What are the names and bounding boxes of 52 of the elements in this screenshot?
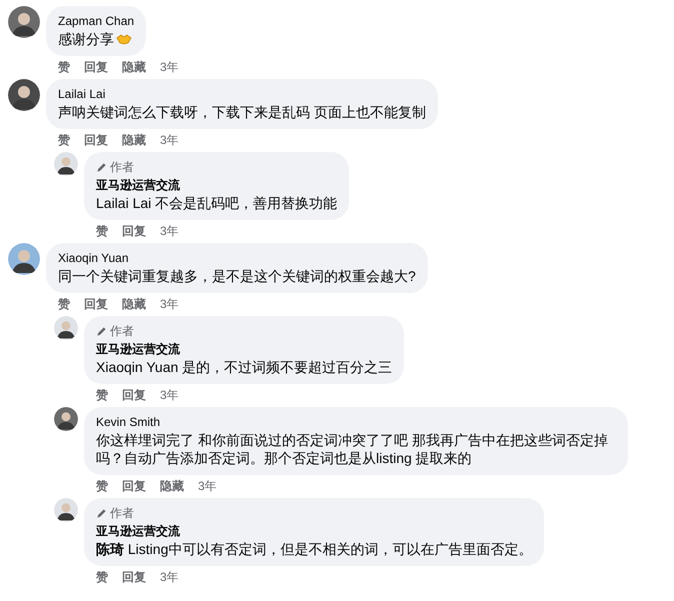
comment-action-link[interactable]: 赞 — [96, 569, 108, 585]
comment-text: 声呐关键词怎么下载呀，下载下来是乱码 页面上也不能复制 — [58, 103, 426, 121]
comment-action-link[interactable]: 赞 — [96, 223, 108, 239]
comment-action-link[interactable]: 回复 — [122, 569, 146, 585]
avatar[interactable] — [54, 407, 78, 431]
comment-action-link[interactable]: 赞 — [58, 296, 70, 312]
commenter-name[interactable]: 亚马逊运营交流 — [96, 342, 392, 357]
comment-action-link[interactable]: 回复 — [122, 387, 146, 403]
comment-time[interactable]: 3年 — [160, 296, 179, 312]
avatar[interactable] — [54, 316, 78, 340]
commenter-name[interactable]: Xiaoqin Yuan — [58, 251, 416, 266]
pencil-icon — [96, 162, 107, 173]
comment-action-link[interactable]: 回复 — [84, 296, 108, 312]
commenter-name[interactable]: Lailai Lai — [58, 87, 426, 102]
badge-label: 作者 — [110, 506, 134, 521]
avatar[interactable] — [54, 152, 78, 176]
comment-action-link[interactable]: 赞 — [96, 478, 108, 494]
avatar[interactable] — [8, 243, 40, 275]
comment-action-link[interactable]: 隐藏 — [160, 478, 184, 494]
comment-time[interactable]: 3年 — [160, 132, 179, 148]
avatar[interactable] — [8, 6, 40, 38]
comment-time[interactable]: 3年 — [198, 478, 217, 494]
comment-time[interactable]: 3年 — [160, 223, 179, 239]
comment-text: 同一个关键词重复越多，是不是这个关键词的权重会越大? — [58, 267, 416, 285]
comment-action-link[interactable]: 隐藏 — [122, 296, 146, 312]
comment-action-link[interactable]: 隐藏 — [122, 59, 146, 75]
comment-action-link[interactable]: 赞 — [58, 59, 70, 75]
comment-action-link[interactable]: 赞 — [96, 387, 108, 403]
comment-action-link[interactable]: 回复 — [122, 478, 146, 494]
comment-action-link[interactable]: 回复 — [84, 132, 108, 148]
avatar[interactable] — [8, 79, 40, 111]
badge-label: 作者 — [110, 324, 134, 339]
comment-text: 感谢分享 — [58, 30, 114, 48]
comment-time[interactable]: 3年 — [160, 387, 179, 403]
comment-text: 陈琦 Listing中可以有否定词，但是不相关的词，可以在广告里面否定。 — [96, 540, 532, 558]
commenter-name[interactable]: 亚马逊运营交流 — [96, 524, 532, 539]
comment-text: Xiaoqin Yuan 是的，不过词频不要超过百分之三 — [96, 358, 392, 376]
comment-action-link[interactable]: 隐藏 — [122, 132, 146, 148]
comment-text: Lailai Lai 不会是乱码吧，善用替换功能 — [96, 194, 338, 212]
comment-action-link[interactable]: 赞 — [58, 132, 70, 148]
commenter-name[interactable]: Zapman Chan — [58, 14, 134, 29]
commenter-name[interactable]: Kevin Smith — [96, 415, 616, 430]
avatar[interactable] — [54, 498, 78, 522]
comment-text: 你这样埋词完了 和你前面说过的否定词冲突了了吧 那我再广告中在把这些词否定掉吗？自动广告添加否定词。那个否定词也是从listing 提取来的 — [96, 431, 609, 467]
comment-action-link[interactable]: 回复 — [84, 59, 108, 75]
commenter-name[interactable]: 亚马逊运营交流 — [96, 178, 338, 193]
badge-label: 作者 — [110, 160, 134, 175]
comment-time[interactable]: 3年 — [160, 569, 179, 585]
comment-time[interactable]: 3年 — [160, 59, 179, 75]
pencil-icon — [96, 326, 107, 337]
pencil-icon — [96, 508, 107, 519]
comment-action-link[interactable]: 回复 — [122, 223, 146, 239]
